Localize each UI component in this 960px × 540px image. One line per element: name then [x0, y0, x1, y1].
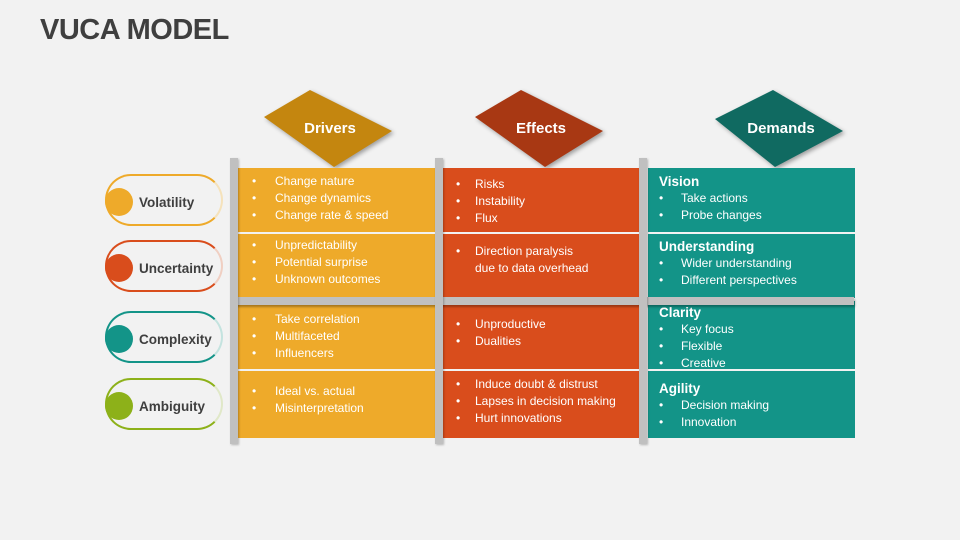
demand-title: Agility: [659, 381, 701, 396]
row-label-text: Ambiguity: [139, 398, 205, 414]
list-item: Unknown outcomes: [237, 271, 437, 288]
effects-cell-ambiguity: Induce doubt & distrust Lapses in decisi…: [441, 371, 641, 438]
list-item: Unpredictability: [237, 237, 437, 254]
effects-cell-complexity: Unproductive Dualities: [441, 305, 641, 369]
list-item: Creative: [648, 355, 855, 372]
list-item: Change nature: [237, 173, 437, 190]
row-label-volatility: Volatility: [105, 174, 223, 226]
list-item: Flexible: [648, 338, 855, 355]
row-label-uncertainty: Uncertainty: [105, 240, 223, 292]
list-item: Decision making: [648, 397, 855, 414]
demands-cell-uncertainty: Understanding Wider understanding Differ…: [648, 234, 855, 298]
list-item: Change dynamics: [237, 190, 437, 207]
effects-cell-uncertainty: Direction paralysis due to data overhead: [441, 234, 641, 298]
demands-cell-ambiguity: Agility Decision making Innovation: [648, 371, 855, 438]
list-item: Change rate & speed: [237, 207, 437, 224]
list-item: Instability: [441, 193, 641, 210]
demands-label: Demands: [747, 119, 815, 137]
list-item: Take correlation: [237, 311, 437, 328]
list-item: Probe changes: [648, 207, 855, 224]
list-item: Misinterpretation: [237, 400, 437, 417]
horizontal-divider-bar: [233, 297, 854, 305]
complexity-dot-icon: [105, 325, 133, 353]
list-item: Unproductive: [441, 316, 641, 333]
effects-cell-volatility: Risks Instability Flux: [441, 168, 641, 232]
drivers-header: Drivers: [264, 87, 396, 169]
list-item: Induce doubt & distrust: [441, 376, 641, 393]
demands-cell-complexity: Clarity Key focus Flexible Creative: [648, 301, 855, 372]
row-label-text: Volatility: [139, 194, 195, 210]
list-item: Lapses in decision making: [441, 393, 641, 410]
effects-label: Effects: [515, 119, 567, 137]
list-item: Direction paralysis due to data overhead: [441, 243, 591, 277]
list-item: Flux: [441, 210, 641, 227]
demands-header: Demands: [715, 87, 847, 169]
row-label-complexity: Complexity: [105, 311, 223, 363]
effects-header: Effects: [475, 87, 607, 169]
drivers-label: Drivers: [304, 119, 356, 137]
list-item: Take actions: [648, 190, 855, 207]
list-item: Potential surprise: [237, 254, 437, 271]
list-item: Influencers: [237, 345, 437, 362]
vertical-divider-bar: [639, 158, 647, 444]
list-item: Hurt innovations: [441, 410, 641, 427]
list-item: Ideal vs. actual: [237, 383, 437, 400]
list-item: Different perspectives: [648, 272, 855, 289]
drivers-cell-ambiguity: Ideal vs. actual Misinterpretation: [237, 371, 437, 438]
drivers-cell-volatility: Change nature Change dynamics Change rat…: [237, 168, 437, 232]
demands-cell-volatility: Vision Take actions Probe changes: [648, 168, 855, 232]
uncertainty-dot-icon: [105, 254, 133, 282]
list-item: Risks: [441, 176, 641, 193]
row-label-ambiguity: Ambiguity: [105, 378, 223, 430]
drivers-cell-uncertainty: Unpredictability Potential surprise Unkn…: [237, 234, 437, 298]
vertical-divider-bar: [230, 158, 238, 444]
demand-title: Vision: [659, 174, 700, 189]
row-label-text: Uncertainty: [139, 260, 214, 276]
ambiguity-dot-icon: [105, 392, 133, 420]
list-item: Wider understanding: [648, 255, 855, 272]
demand-title: Understanding: [659, 239, 755, 254]
drivers-cell-complexity: Take correlation Multifaceted Influencer…: [237, 305, 437, 369]
row-label-text: Complexity: [139, 331, 212, 347]
list-item: Multifaceted: [237, 328, 437, 345]
list-item: Innovation: [648, 414, 855, 431]
volatility-dot-icon: [105, 188, 133, 216]
vertical-divider-bar: [435, 158, 443, 444]
list-item: Key focus: [648, 321, 855, 338]
list-item: Dualities: [441, 333, 641, 350]
demand-title: Clarity: [659, 305, 702, 320]
page-title: VUCA MODEL: [40, 14, 229, 46]
